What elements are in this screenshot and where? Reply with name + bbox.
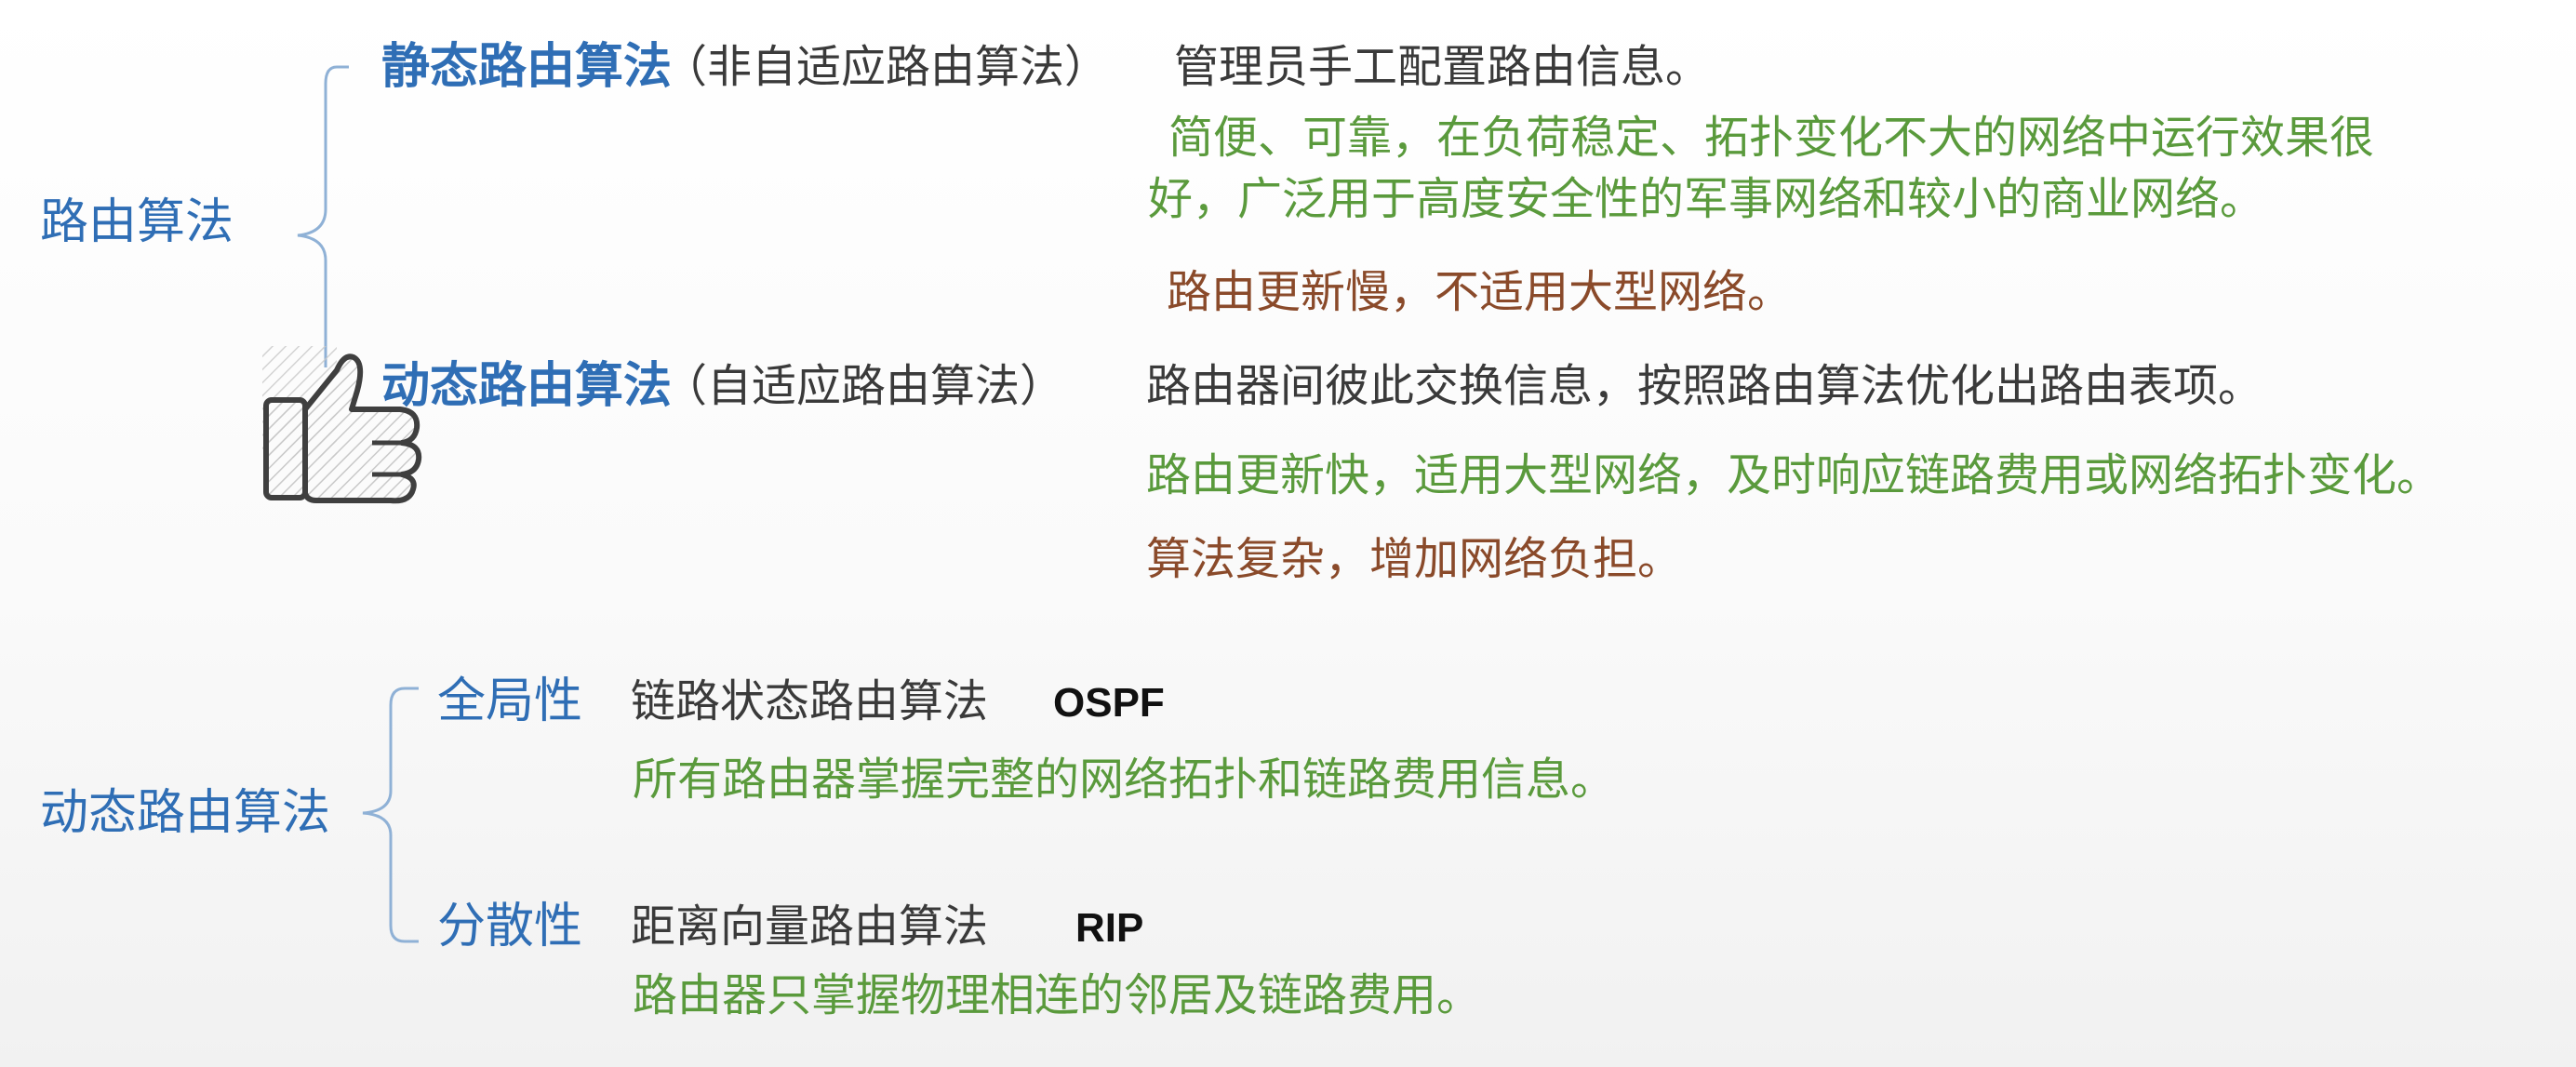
distributed-title: 分散性 — [437, 899, 583, 954]
dynamic-cons: 算法复杂，增加网络负担。 — [1146, 533, 1683, 585]
distributed-protocol: RIP — [1075, 905, 1144, 951]
dynamic-desc: 路由器间彼此交换信息，按照路由算法优化出路由表项。 — [1146, 360, 2263, 412]
global-title: 全局性 — [437, 674, 583, 729]
dynamic-title: 动态路由算法 — [381, 358, 673, 414]
static-alias: （非自适应路由算法） — [662, 41, 1110, 93]
distributed-desc: 路由器只掌握物理相连的邻居及链路费用。 — [633, 969, 1482, 1021]
root-label-dynamic-routing: 动态路由算法 — [40, 785, 331, 841]
static-pros-line1: 简便、可靠，在负荷稳定、拓扑变化不大的网络中运行效果很 — [1168, 112, 2375, 164]
brace-section2 — [362, 687, 419, 943]
static-cons: 路由更新慢，不适用大型网络。 — [1167, 266, 1793, 318]
global-name: 链路状态路由算法 — [631, 675, 989, 727]
global-desc: 所有路由器掌握完整的网络拓扑和链路费用信息。 — [633, 754, 1616, 806]
distributed-name: 距离向量路由算法 — [631, 900, 989, 953]
dynamic-pros: 路由更新快，适用大型网络，及时响应链路费用或网络拓扑变化。 — [1146, 449, 2442, 501]
static-title: 静态路由算法 — [381, 39, 673, 95]
dynamic-alias: （自适应路由算法） — [662, 360, 1065, 412]
static-desc: 管理员手工配置路由信息。 — [1174, 41, 1711, 93]
brace-section1 — [297, 65, 349, 367]
global-protocol: OSPF — [1053, 680, 1165, 726]
root-label-routing-algorithm: 路由算法 — [40, 194, 234, 250]
static-pros-line2: 好，广泛用于高度安全性的军事网络和较小的商业网络。 — [1148, 173, 2265, 225]
